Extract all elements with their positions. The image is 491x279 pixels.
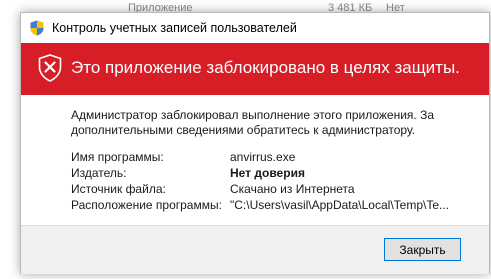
- detail-label: Имя программы:: [71, 150, 164, 164]
- uac-shield-icon: [30, 20, 44, 36]
- detail-value: Нет доверия: [230, 166, 305, 180]
- detail-label: Расположение программы:: [71, 198, 222, 212]
- close-button[interactable]: Закрыть: [384, 238, 461, 261]
- blocked-shield-x-icon: [38, 54, 62, 82]
- screen: Приложение 3 481 КБ Нет Контроль учетных…: [0, 0, 491, 279]
- detail-label: Источник файла:: [71, 182, 166, 196]
- uac-dialog: Контроль учетных записей пользователей Э…: [20, 12, 490, 274]
- dialog-title: Контроль учетных записей пользователей: [52, 21, 297, 35]
- admin-message: Администратор заблокировал выполнение эт…: [71, 108, 435, 137]
- detail-label: Издатель:: [71, 166, 127, 180]
- blocked-headline: Это приложение заблокировано в целях защ…: [71, 58, 460, 77]
- dialog-footer: Закрыть: [21, 225, 489, 274]
- detail-value: Скачано из Интернета: [230, 182, 355, 196]
- dialog-titlebar[interactable]: Контроль учетных записей пользователей: [21, 13, 489, 43]
- detail-value: anvirrus.exe: [230, 150, 296, 164]
- blocked-banner: Это приложение заблокировано в целях защ…: [21, 43, 489, 95]
- detail-value: "C:\Users\vasil\AppData\Local\Temp\Te...: [230, 198, 450, 212]
